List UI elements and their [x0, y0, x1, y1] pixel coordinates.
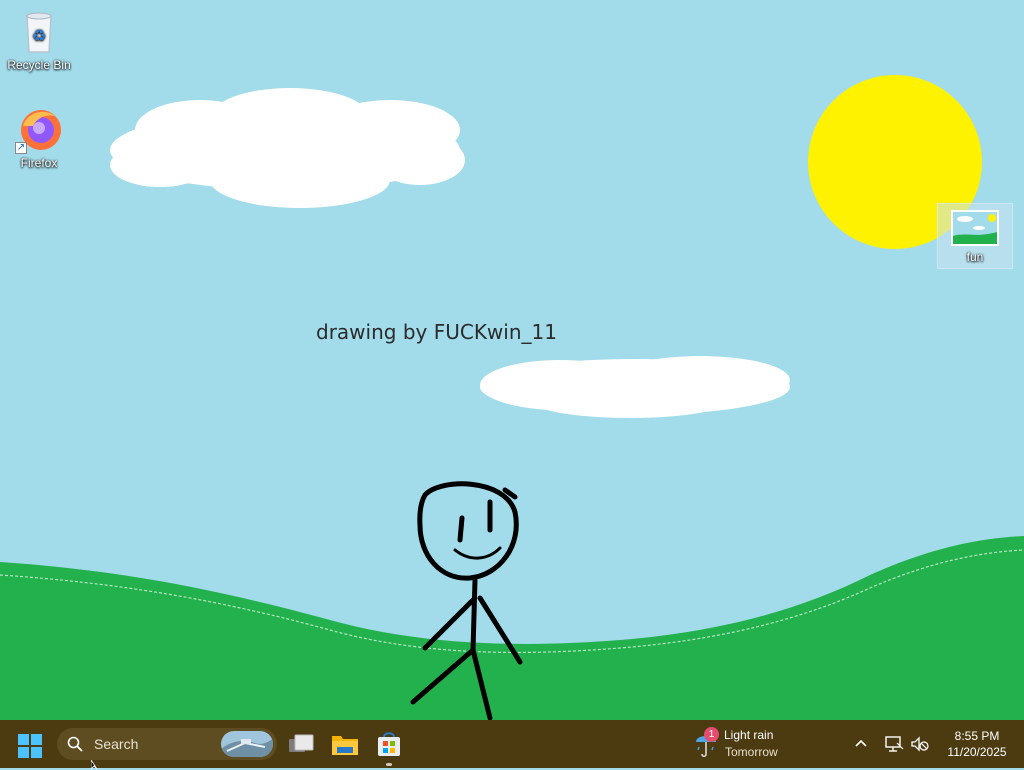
task-view-icon — [289, 734, 314, 752]
recycle-bin-icon: ♻ — [15, 8, 63, 56]
weather-widget[interactable]: 1 Light rain Tomorrow — [692, 726, 802, 762]
weather-condition: Light rain — [724, 728, 774, 742]
taskbar-search-box[interactable]: Search — [57, 728, 277, 760]
firefox-label: Firefox — [20, 156, 58, 170]
network-button[interactable] — [884, 734, 904, 754]
mouse-cursor-icon — [91, 760, 98, 770]
search-icon — [67, 736, 83, 752]
svg-text:♻: ♻ — [32, 26, 46, 45]
running-indicator — [386, 763, 392, 766]
show-hidden-icons-button[interactable] — [852, 735, 870, 753]
chevron-up-icon — [855, 739, 867, 747]
desktop-wallpaper: drawing by FUCKwin_11 — [0, 0, 1024, 720]
clock-date: 11/20/2025 — [947, 745, 1007, 759]
fun-label: fun — [966, 250, 984, 264]
volume-button[interactable] — [909, 734, 929, 754]
recycle-bin-label: Recycle Bin — [7, 58, 71, 72]
shortcut-arrow-icon: ↗ — [15, 142, 27, 154]
search-placeholder: Search — [94, 736, 139, 752]
wallpaper-caption: drawing by FUCKwin_11 — [316, 320, 557, 344]
firefox-desktop-icon[interactable]: ↗ Firefox — [1, 106, 77, 170]
file-explorer-button[interactable] — [329, 728, 361, 760]
image-file-icon — [951, 208, 999, 248]
fun-image-desktop-icon[interactable]: fun — [937, 203, 1013, 269]
taskbar-clock[interactable]: 8:55 PM 11/20/2025 — [938, 728, 1016, 760]
weather-time: Tomorrow — [725, 745, 778, 759]
firefox-icon: ↗ — [15, 106, 63, 154]
weather-notification-badge: 1 — [704, 727, 719, 742]
taskbar: Search 1 Light rain Tomorrow 8:55 PM 11/… — [0, 720, 1024, 768]
start-button[interactable] — [16, 732, 44, 760]
recycle-bin-desktop-icon[interactable]: ♻ Recycle Bin — [1, 8, 77, 72]
search-highlight-icon — [221, 731, 273, 757]
network-icon — [885, 736, 904, 752]
store-icon — [378, 732, 400, 756]
folder-icon — [332, 736, 358, 755]
windows-start-icon — [18, 734, 42, 758]
task-view-button[interactable] — [285, 728, 317, 760]
clock-time: 8:55 PM — [954, 729, 1000, 743]
volume-muted-icon — [911, 736, 929, 752]
microsoft-store-button[interactable] — [373, 728, 405, 766]
